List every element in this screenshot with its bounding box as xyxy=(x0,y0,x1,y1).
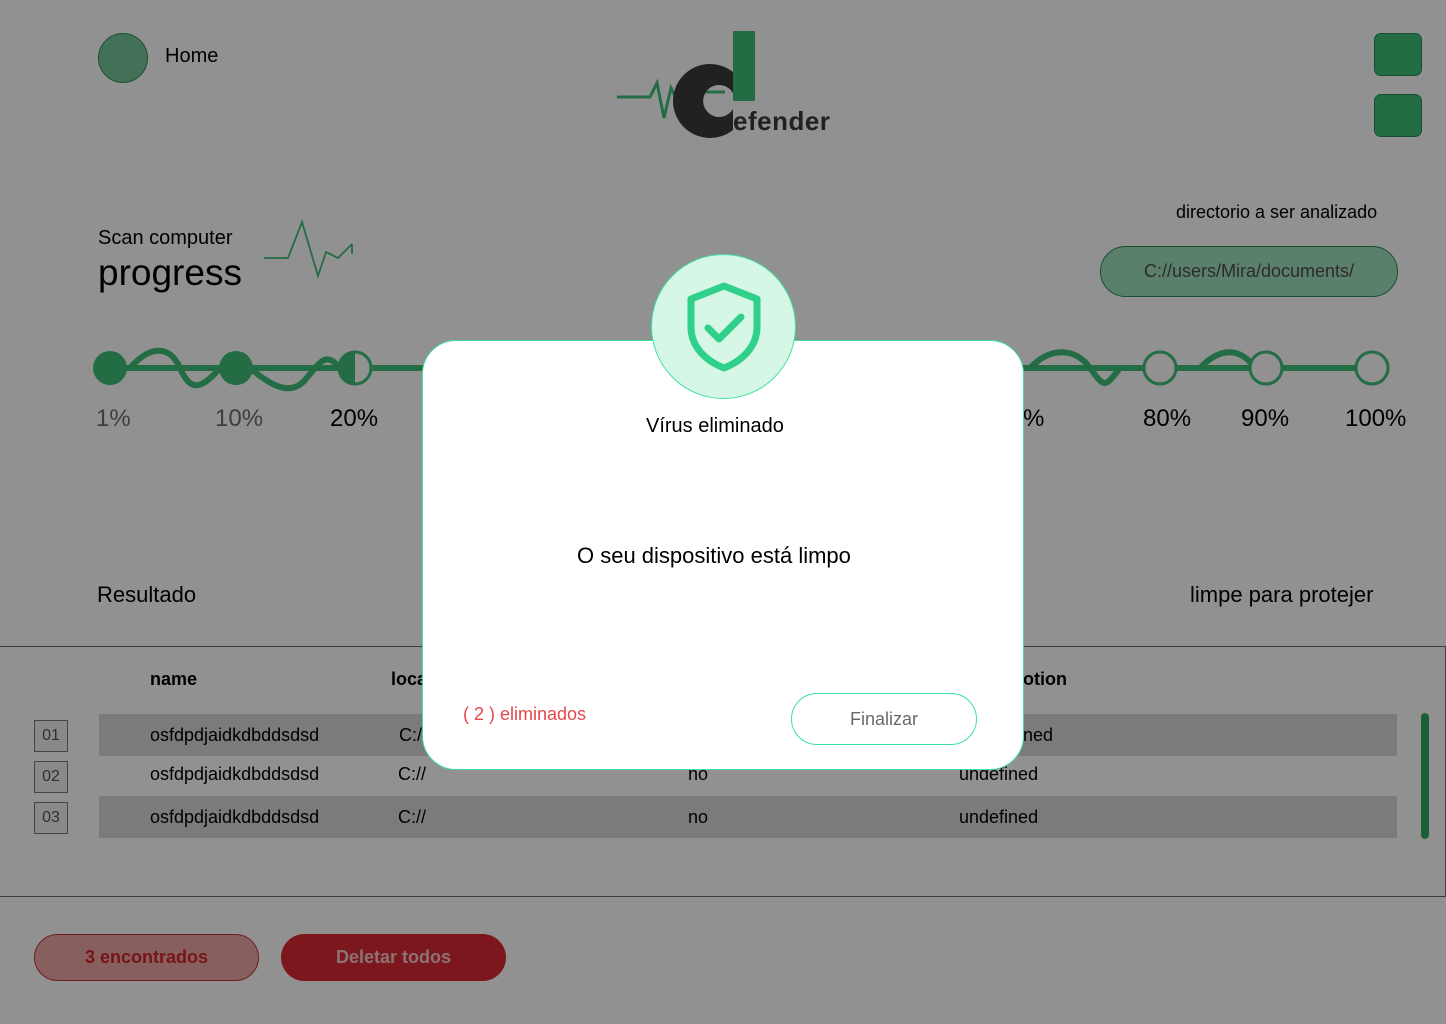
removed-count: ( 2 ) eliminados xyxy=(463,704,587,724)
finish-button[interactable]: Finalizar xyxy=(791,693,977,745)
shield-check-icon xyxy=(687,282,760,371)
dialog-title: Vírus eliminado xyxy=(646,415,784,437)
dialog-message: O seu dispositivo está limpo xyxy=(577,543,851,568)
shield-badge xyxy=(651,254,796,399)
